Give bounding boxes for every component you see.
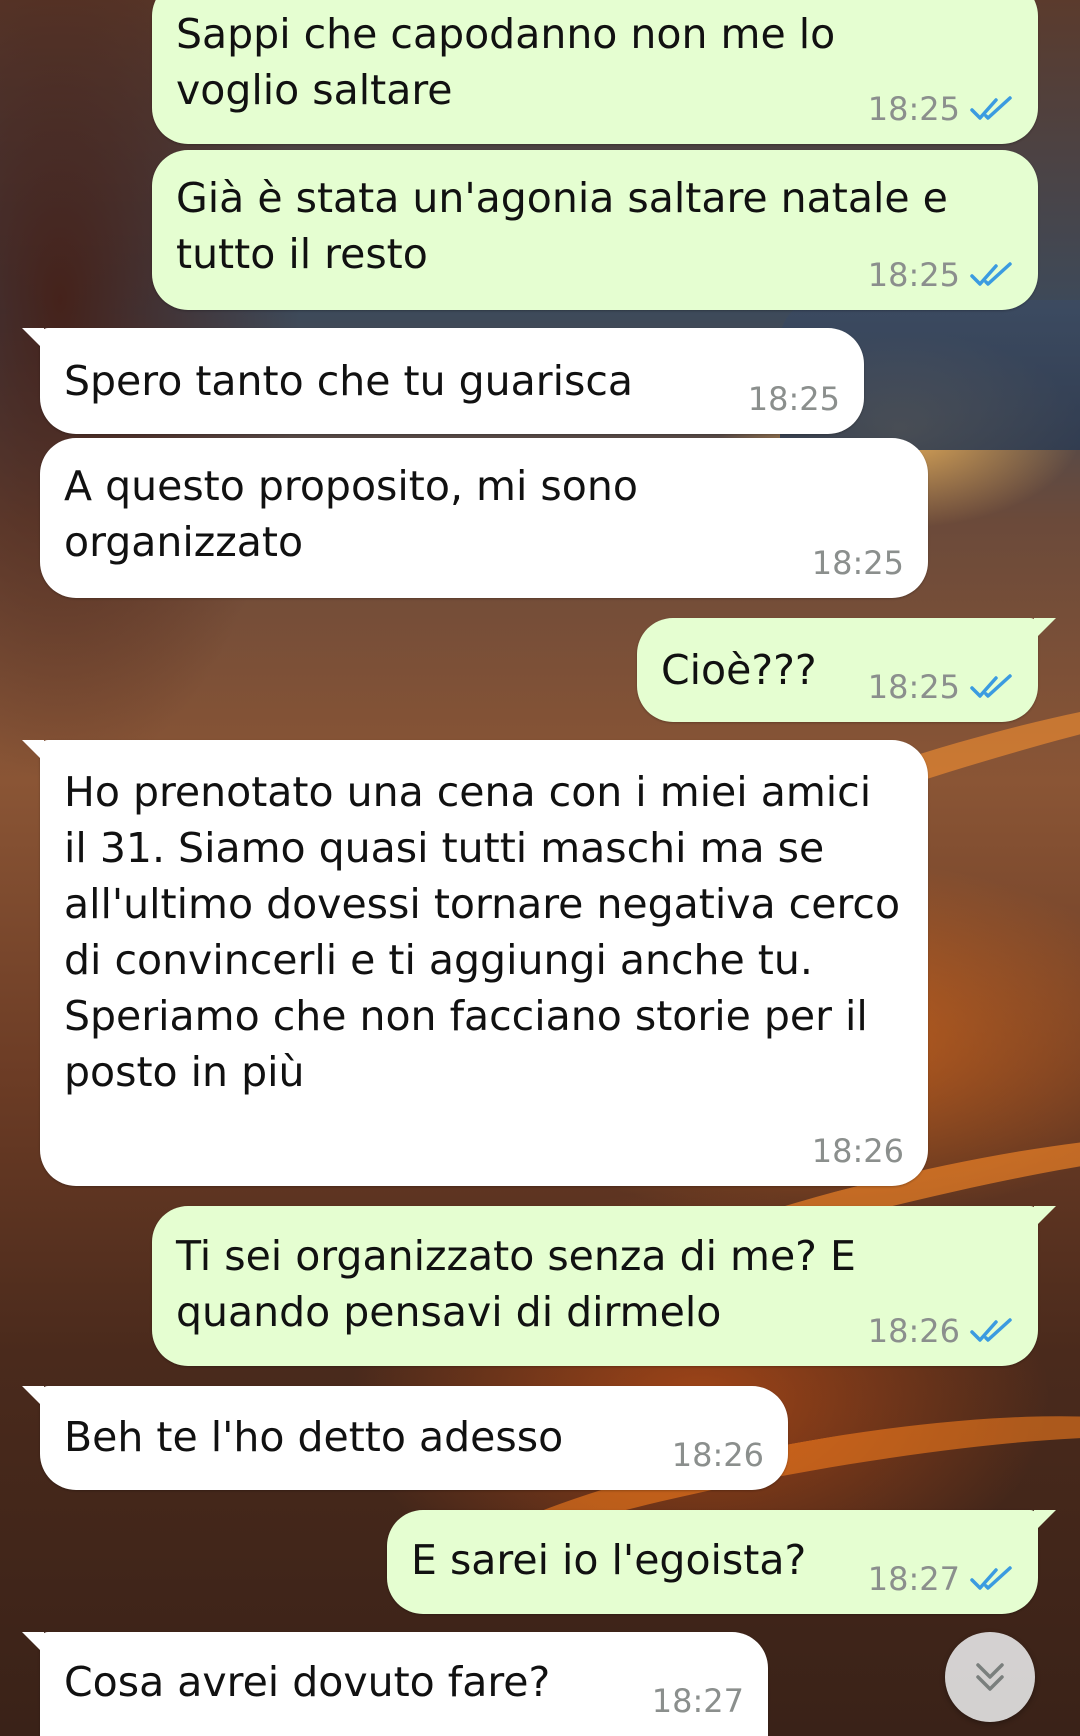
message-text: Ti sei organizzato senza di me? E quando… xyxy=(176,1232,856,1336)
message-time: 18:25 xyxy=(811,544,904,582)
outgoing-message[interactable]: Già è stata un'agonia saltare natale e t… xyxy=(152,150,1038,310)
message-text: Beh te l'ho detto adesso xyxy=(64,1413,564,1461)
incoming-message[interactable]: Spero tanto che tu guarisca 18:25 xyxy=(22,328,864,434)
message-time: 18:26 xyxy=(671,1436,764,1474)
message-list[interactable]: Sappi che capodanno non me lo voglio sal… xyxy=(0,0,1080,1736)
outgoing-message[interactable]: Sappi che capodanno non me lo voglio sal… xyxy=(152,0,1038,144)
incoming-message[interactable]: A questo proposito, mi sono organizzato … xyxy=(40,438,928,598)
incoming-message[interactable]: Cosa avrei dovuto fare? 18:27 xyxy=(22,1632,768,1736)
message-time: 18:26 xyxy=(811,1132,904,1170)
message-time: 18:25 xyxy=(747,380,840,418)
incoming-message[interactable]: Beh te l'ho detto adesso 18:26 xyxy=(22,1386,788,1490)
message-time: 18:27 xyxy=(867,1560,960,1598)
read-receipt-icon xyxy=(970,96,1012,120)
message-time: 18:26 xyxy=(867,1312,960,1350)
message-text: Ho prenotato una cena con i miei amici i… xyxy=(64,768,901,1096)
message-time: 18:25 xyxy=(867,90,960,128)
message-text: Spero tanto che tu guarisca xyxy=(64,357,634,405)
outgoing-message[interactable]: Ti sei organizzato senza di me? E quando… xyxy=(152,1206,1056,1366)
double-chevron-down-icon xyxy=(976,1663,1004,1691)
incoming-message[interactable]: Ho prenotato una cena con i miei amici i… xyxy=(22,740,928,1186)
message-time: 18:25 xyxy=(867,668,960,706)
message-time: 18:25 xyxy=(867,256,960,294)
outgoing-message[interactable]: Cioè??? 18:25 xyxy=(637,618,1056,722)
message-text: Cosa avrei dovuto fare? xyxy=(64,1658,551,1706)
message-text: Sappi che capodanno non me lo voglio sal… xyxy=(176,10,836,114)
outgoing-message[interactable]: E sarei io l'egoista? 18:27 xyxy=(387,1510,1056,1614)
read-receipt-icon xyxy=(970,262,1012,286)
read-receipt-icon xyxy=(970,1318,1012,1342)
read-receipt-icon xyxy=(970,1566,1012,1590)
message-time: 18:27 xyxy=(651,1682,744,1720)
message-text: A questo proposito, mi sono organizzato xyxy=(64,462,638,566)
read-receipt-icon xyxy=(970,674,1012,698)
scroll-to-bottom-button[interactable] xyxy=(945,1632,1035,1722)
